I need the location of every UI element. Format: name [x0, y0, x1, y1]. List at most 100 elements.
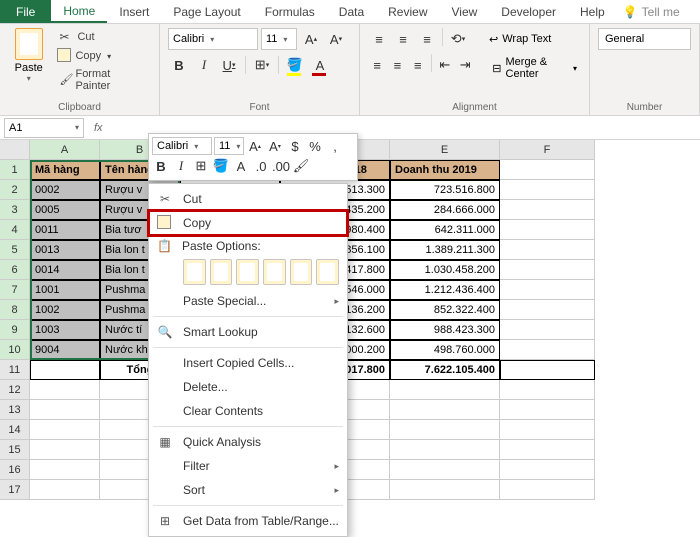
copy-button[interactable]: Copy▾ [55, 48, 151, 64]
mini-fontcolor-button[interactable]: A [232, 157, 250, 175]
tab-home[interactable]: Home [51, 0, 107, 23]
cell[interactable]: Mã hàng [30, 160, 100, 180]
row-header[interactable]: 13 [0, 400, 30, 420]
cell[interactable] [390, 460, 500, 480]
cell[interactable] [500, 300, 595, 320]
cell[interactable] [500, 480, 595, 500]
cell[interactable] [30, 460, 100, 480]
cell[interactable]: 0013 [30, 240, 100, 260]
cell[interactable] [500, 180, 595, 200]
tellme[interactable]: 💡 Tell me [623, 0, 680, 23]
cell[interactable] [500, 260, 595, 280]
cell[interactable] [30, 360, 100, 380]
mini-shrink-button[interactable]: A▾ [266, 137, 284, 155]
increase-indent-button[interactable]: ⇥ [456, 54, 474, 76]
row-header[interactable]: 6 [0, 260, 30, 280]
paste-opt-link[interactable] [316, 259, 339, 285]
tab-view[interactable]: View [440, 0, 490, 23]
tab-pagelayout[interactable]: Page Layout [161, 0, 252, 23]
ctx-paste-special[interactable]: Paste Special...▸ [149, 289, 347, 313]
decrease-indent-button[interactable]: ⇤ [436, 54, 454, 76]
paste-opt-values[interactable] [210, 259, 233, 285]
cell[interactable]: 0011 [30, 220, 100, 240]
cell[interactable] [500, 320, 595, 340]
cell[interactable]: 498.760.000 [390, 340, 500, 360]
align-bottom-button[interactable]: ≡ [416, 28, 438, 50]
font-color-button[interactable]: A [309, 54, 331, 76]
number-format-select[interactable]: General [598, 28, 691, 50]
cell[interactable]: 0005 [30, 200, 100, 220]
shrink-font-button[interactable]: A▾ [325, 28, 347, 50]
cell[interactable] [500, 280, 595, 300]
row-header[interactable]: 3 [0, 200, 30, 220]
align-left-button[interactable]: ≡ [368, 54, 386, 76]
cell[interactable]: 988.423.300 [390, 320, 500, 340]
align-center-button[interactable]: ≡ [388, 54, 406, 76]
cell[interactable]: 1002 [30, 300, 100, 320]
format-painter-button[interactable]: Format Painter [55, 66, 151, 94]
font-size-select[interactable]: 11▾ [261, 28, 297, 50]
cell[interactable] [390, 440, 500, 460]
paste-opt-formulas[interactable] [236, 259, 259, 285]
row-header[interactable]: 9 [0, 320, 30, 340]
cell[interactable]: 1003 [30, 320, 100, 340]
cell[interactable] [390, 480, 500, 500]
mini-grow-button[interactable]: A▴ [246, 137, 264, 155]
cell[interactable] [30, 420, 100, 440]
orientation-button[interactable]: ⟲▾ [447, 28, 469, 50]
row-header[interactable]: 5 [0, 240, 30, 260]
ctx-copy[interactable]: Copy [149, 211, 347, 235]
mini-borders-button[interactable]: ⊞ [192, 157, 210, 175]
fill-color-button[interactable]: 🪣 [284, 54, 306, 76]
name-box[interactable]: A1▾ [4, 118, 84, 138]
cell[interactable] [500, 240, 595, 260]
tab-file[interactable]: File [0, 0, 51, 23]
borders-button[interactable]: ⊞▾ [251, 54, 273, 76]
cell[interactable] [500, 420, 595, 440]
tab-insert[interactable]: Insert [107, 0, 161, 23]
tab-review[interactable]: Review [376, 0, 439, 23]
paste-opt-formatting[interactable] [290, 259, 313, 285]
cell[interactable] [30, 400, 100, 420]
ctx-smart-lookup[interactable]: 🔍Smart Lookup [149, 320, 347, 344]
cell[interactable] [500, 220, 595, 240]
row-header[interactable]: 17 [0, 480, 30, 500]
cell[interactable]: 852.322.400 [390, 300, 500, 320]
mini-currency-button[interactable]: $ [286, 137, 304, 155]
underline-button[interactable]: U▾ [218, 54, 240, 76]
wrap-text-button[interactable]: ↩Wrap Text [485, 28, 555, 50]
merge-center-button[interactable]: ⊟Merge & Center▾ [488, 54, 581, 82]
col-header-E[interactable]: E [390, 140, 500, 160]
cell[interactable]: 1001 [30, 280, 100, 300]
row-header[interactable]: 1 [0, 160, 30, 180]
row-header[interactable]: 16 [0, 460, 30, 480]
row-header[interactable]: 10 [0, 340, 30, 360]
paste-opt-all[interactable] [183, 259, 206, 285]
cell[interactable]: 723.516.800 [390, 180, 500, 200]
grow-font-button[interactable]: A▴ [300, 28, 322, 50]
mini-increase-decimal-button[interactable]: .00 [272, 157, 290, 175]
paste-button[interactable]: Paste ▾ [8, 28, 49, 111]
cell[interactable] [390, 400, 500, 420]
mini-font-select[interactable]: Calibri▾ [152, 137, 212, 155]
cell[interactable] [500, 360, 595, 380]
ctx-sort[interactable]: Sort▸ [149, 478, 347, 502]
tab-data[interactable]: Data [327, 0, 376, 23]
mini-decrease-decimal-button[interactable]: .0 [252, 157, 270, 175]
row-header[interactable]: 14 [0, 420, 30, 440]
row-header[interactable]: 11 [0, 360, 30, 380]
cell[interactable] [500, 340, 595, 360]
select-all-corner[interactable] [0, 140, 30, 160]
cell[interactable]: 9004 [30, 340, 100, 360]
cell[interactable]: 0014 [30, 260, 100, 280]
tab-developer[interactable]: Developer [489, 0, 568, 23]
cell[interactable] [500, 460, 595, 480]
paste-opt-transpose[interactable] [263, 259, 286, 285]
ctx-clear[interactable]: Clear Contents [149, 399, 347, 423]
font-name-select[interactable]: Calibri▾ [168, 28, 258, 50]
col-header-F[interactable]: F [500, 140, 595, 160]
cell[interactable] [500, 440, 595, 460]
align-middle-button[interactable]: ≡ [392, 28, 414, 50]
cell[interactable]: Doanh thu 2019 [390, 160, 500, 180]
cell[interactable]: 1.389.211.300 [390, 240, 500, 260]
